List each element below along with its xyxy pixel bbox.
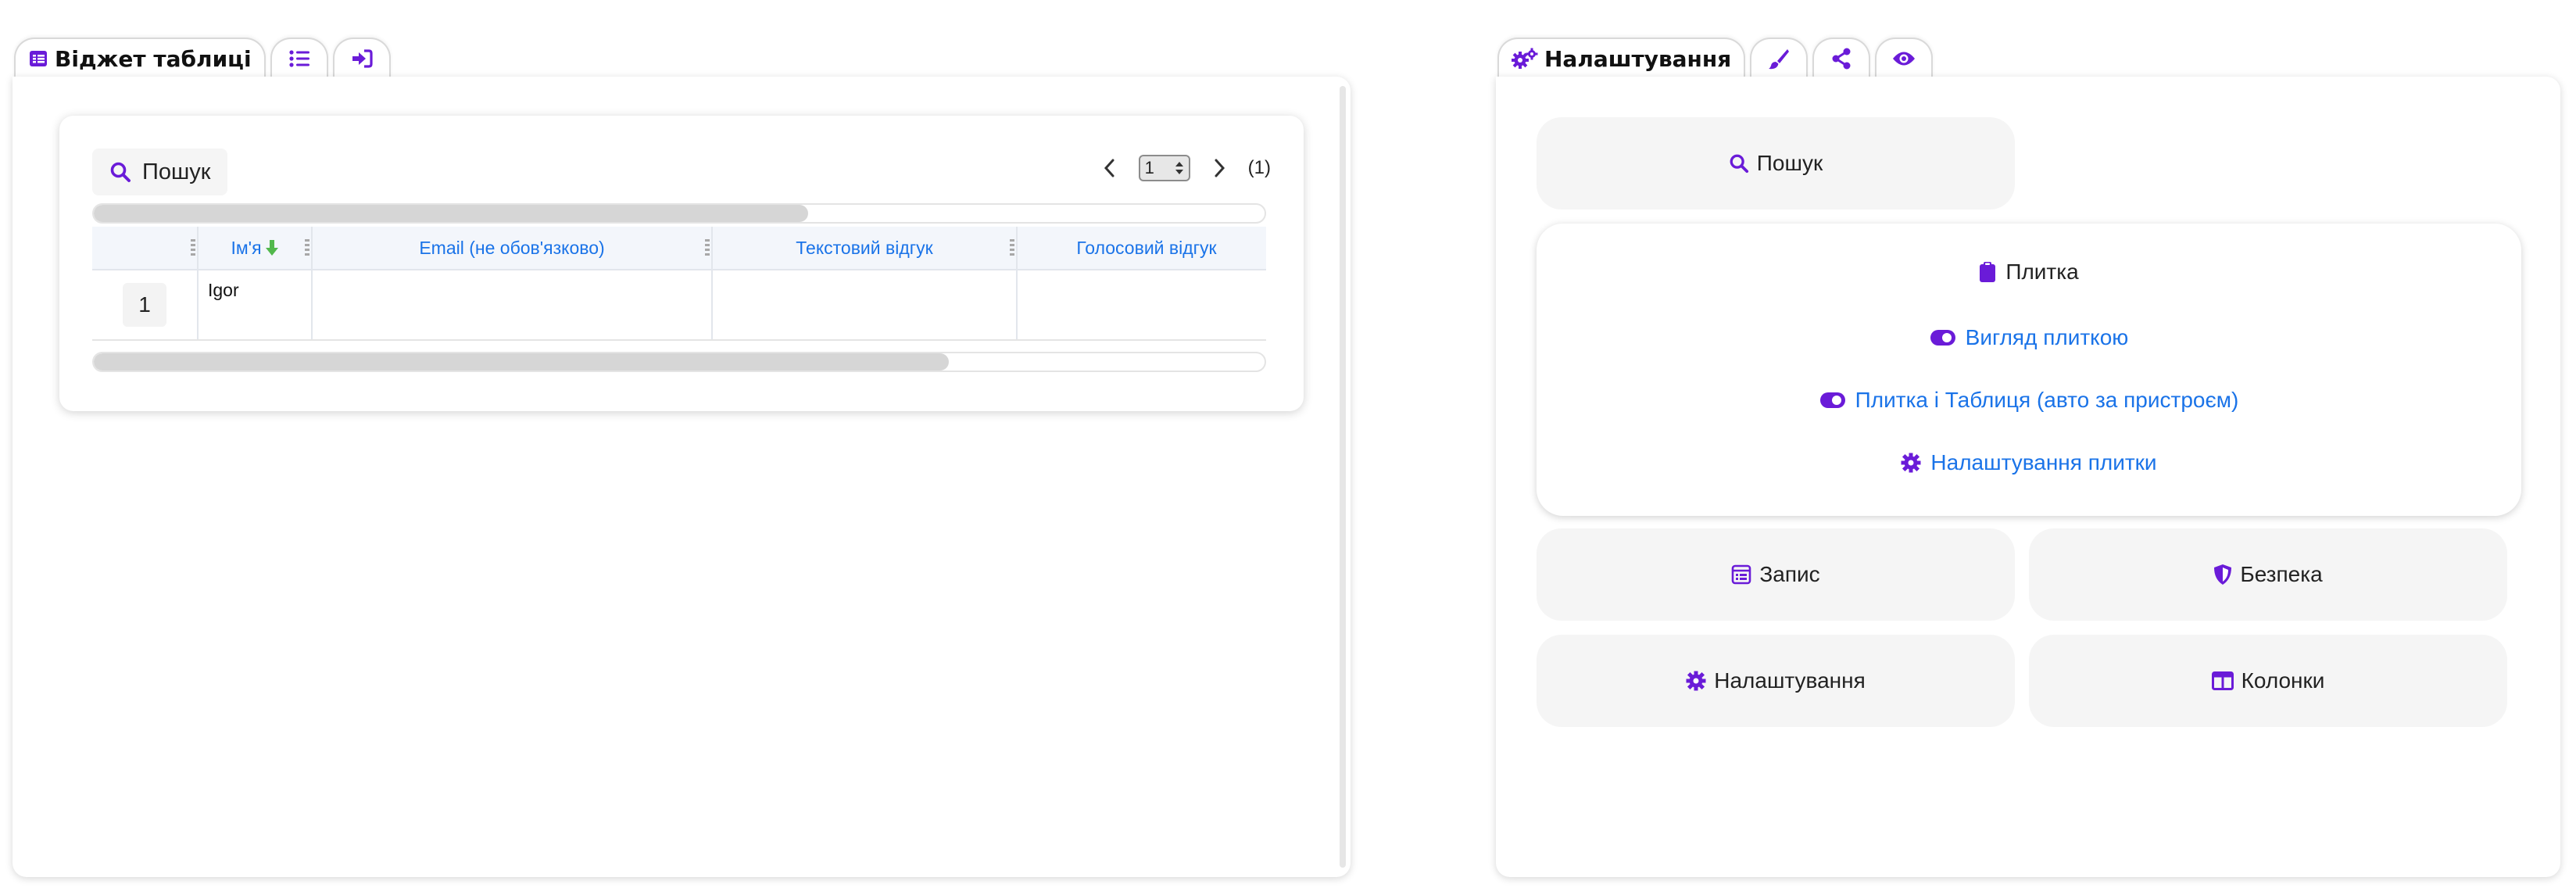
gears-icon	[1512, 48, 1538, 70]
column-header-email-label: Email (не обов'язково)	[419, 237, 605, 258]
shield-icon	[2213, 564, 2232, 585]
search-icon	[109, 161, 131, 183]
form-icon	[1731, 564, 1751, 585]
chevron-left-icon[interactable]	[1103, 158, 1117, 178]
columns-icon	[2211, 671, 2234, 690]
column-header-name[interactable]: Ім'я	[199, 227, 313, 269]
tile-settings-section: Плитка Вигляд плиткою Плитка і Таблиця (…	[1537, 224, 2521, 516]
paintbrush-icon	[1768, 48, 1790, 70]
row-index: 1	[123, 283, 166, 327]
tile-settings-label: Налаштування плитки	[1930, 450, 2157, 474]
tab-table-widget[interactable]: Віджет таблиці	[14, 38, 266, 78]
list-icon	[288, 49, 310, 68]
tile-section-title: Плитка	[1537, 260, 2521, 285]
select-arrows-icon	[1175, 160, 1184, 176]
security-label: Безпека	[2240, 562, 2323, 586]
tab-sign-in[interactable]	[332, 38, 391, 78]
columns-label: Колонки	[2241, 668, 2325, 693]
tab-list-view[interactable]	[270, 38, 328, 78]
search-icon	[1729, 153, 1749, 174]
tab-preview[interactable]	[1875, 38, 1934, 78]
column-header-email[interactable]: Email (не обов'язково)	[313, 227, 713, 269]
record-label: Запис	[1759, 562, 1820, 586]
table-list-icon	[28, 48, 48, 69]
tile-section-title-label: Плитка	[2005, 260, 2079, 284]
tile-and-table-toggle[interactable]: Плитка і Таблиця (авто за пристроєм)	[1537, 388, 2521, 413]
tab-settings[interactable]: Налаштування	[1497, 38, 1746, 78]
page-title	[1000, 0, 1821, 14]
page-count: (1)	[1247, 157, 1271, 178]
table-header-row: Ім'я Email (не обов'язково) Текстовий ві…	[92, 227, 1266, 270]
row-index-cell: 1	[92, 270, 199, 339]
voice-feedback-cell[interactable]	[1018, 270, 1266, 339]
table-search-button[interactable]: Пошук	[92, 149, 228, 195]
data-table: Ім'я Email (не обов'язково) Текстовий ві…	[92, 227, 1266, 341]
pagination: 1 (1)	[1103, 155, 1271, 181]
sign-in-icon	[351, 48, 373, 69]
table-row[interactable]: 1 Igor	[92, 270, 1266, 339]
arrow-down-icon	[265, 239, 279, 256]
tile-and-table-label: Плитка і Таблиця (авто за пристроєм)	[1855, 388, 2239, 412]
settings-label: Налаштування	[1714, 668, 1866, 693]
tab-share[interactable]	[1812, 38, 1871, 78]
table-bottom-scrollbar[interactable]	[92, 352, 1266, 372]
settings-panel: Пошук Плитка Вигляд плиткою Плитка і Таб…	[1496, 77, 2560, 877]
column-resize-handle[interactable]	[191, 239, 195, 258]
clipboard-icon	[1979, 261, 1996, 283]
email-cell[interactable]	[313, 270, 713, 339]
record-button[interactable]: Запис	[1537, 528, 2015, 621]
panel-vertical-scrollbar[interactable]	[1340, 86, 1346, 868]
column-header-text-feedback-label: Текстовий відгук	[796, 237, 933, 258]
column-resize-handle[interactable]	[305, 239, 309, 258]
column-header-name-label: Ім'я	[231, 237, 262, 258]
eye-icon	[1892, 50, 1916, 67]
text-feedback-cell[interactable]	[713, 270, 1018, 339]
search-settings-label: Пошук	[1756, 151, 1823, 175]
table-search-label: Пошук	[142, 159, 211, 184]
toggle-on-icon	[1930, 329, 1956, 346]
gear-icon	[1901, 453, 1921, 473]
table-card: Пошук 1 (1) Ім'я Email (не обов'язково) …	[59, 116, 1304, 411]
tab-style[interactable]	[1750, 38, 1809, 78]
table-widget-panel: Пошук 1 (1) Ім'я Email (не обов'язково) …	[13, 77, 1351, 877]
settings-button[interactable]: Налаштування	[1537, 635, 2015, 727]
page-select[interactable]: 1	[1138, 155, 1190, 181]
tile-settings-link[interactable]: Налаштування плитки	[1537, 450, 2521, 475]
chevron-right-icon[interactable]	[1212, 158, 1226, 178]
column-header-text-feedback[interactable]: Текстовий відгук	[713, 227, 1018, 269]
security-button[interactable]: Безпека	[2029, 528, 2507, 621]
column-resize-handle[interactable]	[1010, 239, 1014, 258]
tab-settings-label: Налаштування	[1544, 45, 1732, 72]
tab-table-widget-label: Віджет таблиці	[55, 45, 252, 72]
top-scrollbar-thumb[interactable]	[94, 205, 808, 222]
columns-button[interactable]: Колонки	[2029, 635, 2507, 727]
column-header-voice-feedback[interactable]: Голосовий відгук	[1018, 227, 1266, 269]
bottom-scrollbar-thumb[interactable]	[94, 353, 949, 371]
column-header-voice-feedback-label: Голосовий відгук	[1076, 237, 1217, 258]
table-top-scrollbar[interactable]	[92, 203, 1266, 224]
tile-view-toggle[interactable]: Вигляд плиткою	[1537, 325, 2521, 350]
tile-view-label: Вигляд плиткою	[1965, 325, 2129, 349]
share-icon	[1831, 48, 1852, 70]
widget-tabs: Віджет таблиці	[14, 38, 391, 78]
toggle-on-icon	[1819, 392, 1846, 409]
page-select-value: 1	[1144, 158, 1154, 177]
search-settings-button[interactable]: Пошук	[1537, 117, 2015, 209]
settings-tabs: Налаштування	[1497, 38, 1934, 78]
name-cell[interactable]: Igor	[199, 270, 313, 339]
gear-icon	[1686, 671, 1706, 691]
column-header-index[interactable]	[92, 227, 199, 269]
column-resize-handle[interactable]	[705, 239, 710, 258]
